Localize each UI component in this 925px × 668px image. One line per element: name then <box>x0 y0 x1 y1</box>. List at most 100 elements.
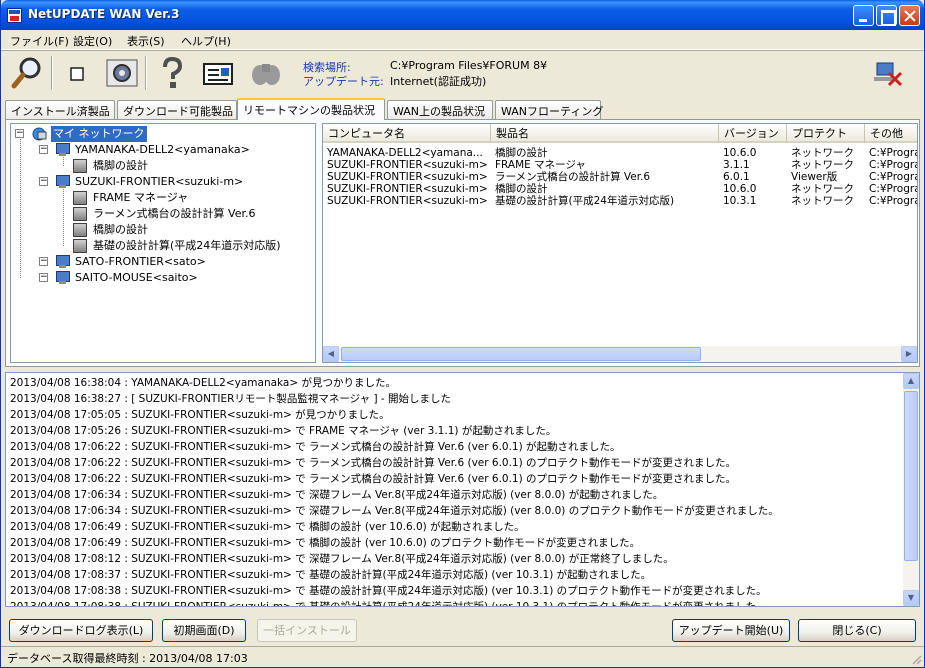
table-cell: 6.0.1 <box>723 171 750 183</box>
scroll-down-button[interactable]: ▼ <box>903 590 919 606</box>
log-line: 2013/04/08 17:06:22 : SUZUKI-FRONTIER<su… <box>10 441 621 453</box>
table-cell: C:¥Progra <box>869 159 918 171</box>
minimize-button[interactable] <box>853 5 874 26</box>
table-row[interactable]: SUZUKI-FRONTIER<suzuki-m> ラーメン式橋台の設計計算 Ve… <box>323 171 918 183</box>
product-icon <box>73 223 87 237</box>
table-cell: SUZUKI-FRONTIER<suzuki-m> <box>327 159 488 171</box>
tab-wan-floating[interactable]: WANフローティング <box>495 100 603 119</box>
table-cell: 橋脚の設計 <box>495 183 548 195</box>
table-cell: ネットワーク <box>791 147 854 159</box>
collapse-toggle[interactable]: − <box>39 273 48 282</box>
initial-screen-button[interactable]: 初期画面(D) <box>162 619 246 642</box>
close-window-button[interactable] <box>899 5 920 26</box>
id-card-tool-button[interactable] <box>201 55 235 91</box>
column-version[interactable]: バージョン <box>719 124 787 143</box>
table-cell: YAMANAKA-DELL2<yamana... <box>327 147 483 159</box>
resize-grip-icon[interactable] <box>910 653 922 665</box>
maximize-button[interactable] <box>876 5 897 26</box>
menu-file[interactable]: ファイル(F) <box>10 33 69 49</box>
tab-downloadable[interactable]: ダウンロード可能製品 <box>117 100 237 119</box>
tree-product-label: FRAME マネージャ <box>93 191 189 204</box>
log-line: 2013/04/08 17:05:05 : SUZUKI-FRONTIER<su… <box>10 409 390 421</box>
table-cell: C:¥Progra <box>869 183 918 195</box>
tab-wan-products[interactable]: WAN上の製品状況 <box>387 100 493 119</box>
tree-machine-label: SUZUKI-FRONTIER<suzuki-m> <box>75 175 244 188</box>
status-bar: データベース取得最終時刻 : 2013/04/08 17:03 <box>1 646 924 667</box>
help-tool-button[interactable] <box>155 55 189 91</box>
log-line: 2013/04/08 17:08:38 : SUZUKI-FRONTIER<su… <box>10 585 767 597</box>
tree-machine-label: YAMANAKA-DELL2<yamanaka> <box>75 143 250 156</box>
product-list[interactable]: コンピュータ名 製品名 バージョン プロテクト その他 YAMANAKA-DEL… <box>322 123 918 363</box>
close-button[interactable]: 閉じる(C) <box>798 619 916 642</box>
tree-product-label: ラーメン式橋台の設計計算 Ver.6 <box>93 207 256 220</box>
start-update-button[interactable]: アップデート開始(U) <box>672 619 790 642</box>
column-product[interactable]: 製品名 <box>491 124 719 143</box>
product-icon <box>73 239 87 253</box>
tab-panel: − マイ ネットワーク − YAMANAKA-DELL2<yamanaka> 橋… <box>5 119 920 367</box>
table-cell: SUZUKI-FRONTIER<suzuki-m> <box>327 171 488 183</box>
table-row[interactable]: SUZUKI-FRONTIER<suzuki-m> 基礎の設計計算(平成24年道示… <box>323 195 917 207</box>
collapse-toggle[interactable]: − <box>39 145 48 154</box>
computer-icon <box>55 271 71 285</box>
log-line: 2013/04/08 17:08:12 : SUZUKI-FRONTIER<su… <box>10 553 674 565</box>
scroll-right-button[interactable]: ▶ <box>901 346 917 362</box>
collapse-toggle[interactable]: − <box>39 257 48 266</box>
log-line: 2013/04/08 16:38:27 : [ SUZUKI-FRONTIERリ… <box>10 393 452 405</box>
collapse-toggle[interactable]: − <box>39 177 48 186</box>
search-tool-button[interactable] <box>11 55 45 91</box>
stop-tool-button[interactable] <box>61 55 95 91</box>
tab-strip: インストール済製品 ダウンロード可能製品 リモートマシンの製品状況 WAN上の製… <box>5 98 920 120</box>
update-source-value: Internet(認証成功) <box>390 75 487 88</box>
window-title: NetUPDATE WAN Ver.3 <box>28 7 180 21</box>
tree-connector <box>63 184 64 246</box>
vertical-scrollbar[interactable]: ▲ ▼ <box>903 373 919 606</box>
table-row[interactable]: SUZUKI-FRONTIER<suzuki-m> FRAME マネージャ 3.1.… <box>323 159 918 171</box>
log-line: 2013/04/08 17:06:49 : SUZUKI-FRONTIER<su… <box>10 521 525 533</box>
scroll-up-button[interactable]: ▲ <box>903 373 919 389</box>
log-line: 2013/04/08 17:06:22 : SUZUKI-FRONTIER<su… <box>10 457 737 469</box>
table-cell: C:¥Progra <box>869 171 918 183</box>
download-log-button[interactable]: ダウンロードログ表示(L) <box>9 619 153 642</box>
scroll-thumb[interactable] <box>341 347 701 361</box>
tree-root-label: マイ ネットワーク <box>51 126 147 142</box>
disconnect-tool-button[interactable] <box>871 55 905 91</box>
binoculars-tool-button[interactable] <box>249 55 283 91</box>
title-bar[interactable]: NetUPDATE WAN Ver.3 <box>1 0 924 30</box>
column-protect[interactable]: プロテクト <box>787 124 865 143</box>
update-source-label: アップデート元: <box>303 75 384 88</box>
table-row[interactable]: SUZUKI-FRONTIER<suzuki-m> 橋脚の設計 10.6.0 ネットワ… <box>323 183 918 195</box>
machine-tree[interactable]: − マイ ネットワーク − YAMANAKA-DELL2<yamanaka> 橋… <box>10 123 316 363</box>
table-cell: ネットワーク <box>791 183 854 195</box>
gear-icon <box>106 59 138 87</box>
tab-installed[interactable]: インストール済製品 <box>5 100 115 119</box>
tab-remote-machines[interactable]: リモートマシンの製品状況 <box>237 98 385 120</box>
status-text: データベース取得最終時刻 : 2013/04/08 17:03 <box>7 652 248 665</box>
toolbar-separator <box>145 56 147 90</box>
column-other[interactable]: その他 <box>865 124 917 143</box>
log-line: 2013/04/08 17:06:49 : SUZUKI-FRONTIER<su… <box>10 537 641 549</box>
table-cell: ネットワーク <box>791 195 854 207</box>
log-line: 2013/04/08 17:05:26 : SUZUKI-FRONTIER<su… <box>10 425 557 437</box>
menu-view[interactable]: 表示(S) <box>127 33 165 49</box>
scroll-left-button[interactable]: ◀ <box>323 346 339 362</box>
log-line: 2013/04/08 17:06:34 : SUZUKI-FRONTIER<su… <box>10 489 664 501</box>
tree-product-label: 橋脚の設計 <box>93 223 148 236</box>
column-computer[interactable]: コンピュータ名 <box>323 124 491 143</box>
menu-bar: ファイル(F) 設定(O) 表示(S) ヘルプ(H) <box>1 30 924 50</box>
table-cell: C:¥Progra <box>869 147 918 159</box>
horizontal-scrollbar[interactable]: ◀ ▶ <box>323 346 917 362</box>
settings-tool-button[interactable] <box>105 55 139 91</box>
table-row[interactable]: YAMANAKA-DELL2<yamana... 橋脚の設計 10.6.0 ネットワー… <box>323 147 918 159</box>
table-cell: ラーメン式橋台の設計計算 Ver.6 <box>495 171 651 183</box>
table-cell: 基礎の設計計算(平成24年道示対応版) <box>495 195 675 207</box>
table-cell: FRAME マネージャ <box>495 159 586 171</box>
menu-settings[interactable]: 設定(O) <box>73 33 112 49</box>
bulk-install-button[interactable]: 一括インストール <box>257 619 357 642</box>
tree-product-label: 基礎の設計計算(平成24年道示対応版) <box>93 239 281 252</box>
log-panel[interactable]: 2013/04/08 16:38:04 : YAMANAKA-DELL2<yam… <box>5 372 920 607</box>
collapse-toggle[interactable]: − <box>15 129 24 138</box>
search-location-value: C:¥Program Files¥FORUM 8¥ <box>390 59 548 72</box>
table-cell: ネットワーク <box>791 159 854 171</box>
menu-help[interactable]: ヘルプ(H) <box>181 33 231 49</box>
scroll-thumb[interactable] <box>904 391 918 561</box>
